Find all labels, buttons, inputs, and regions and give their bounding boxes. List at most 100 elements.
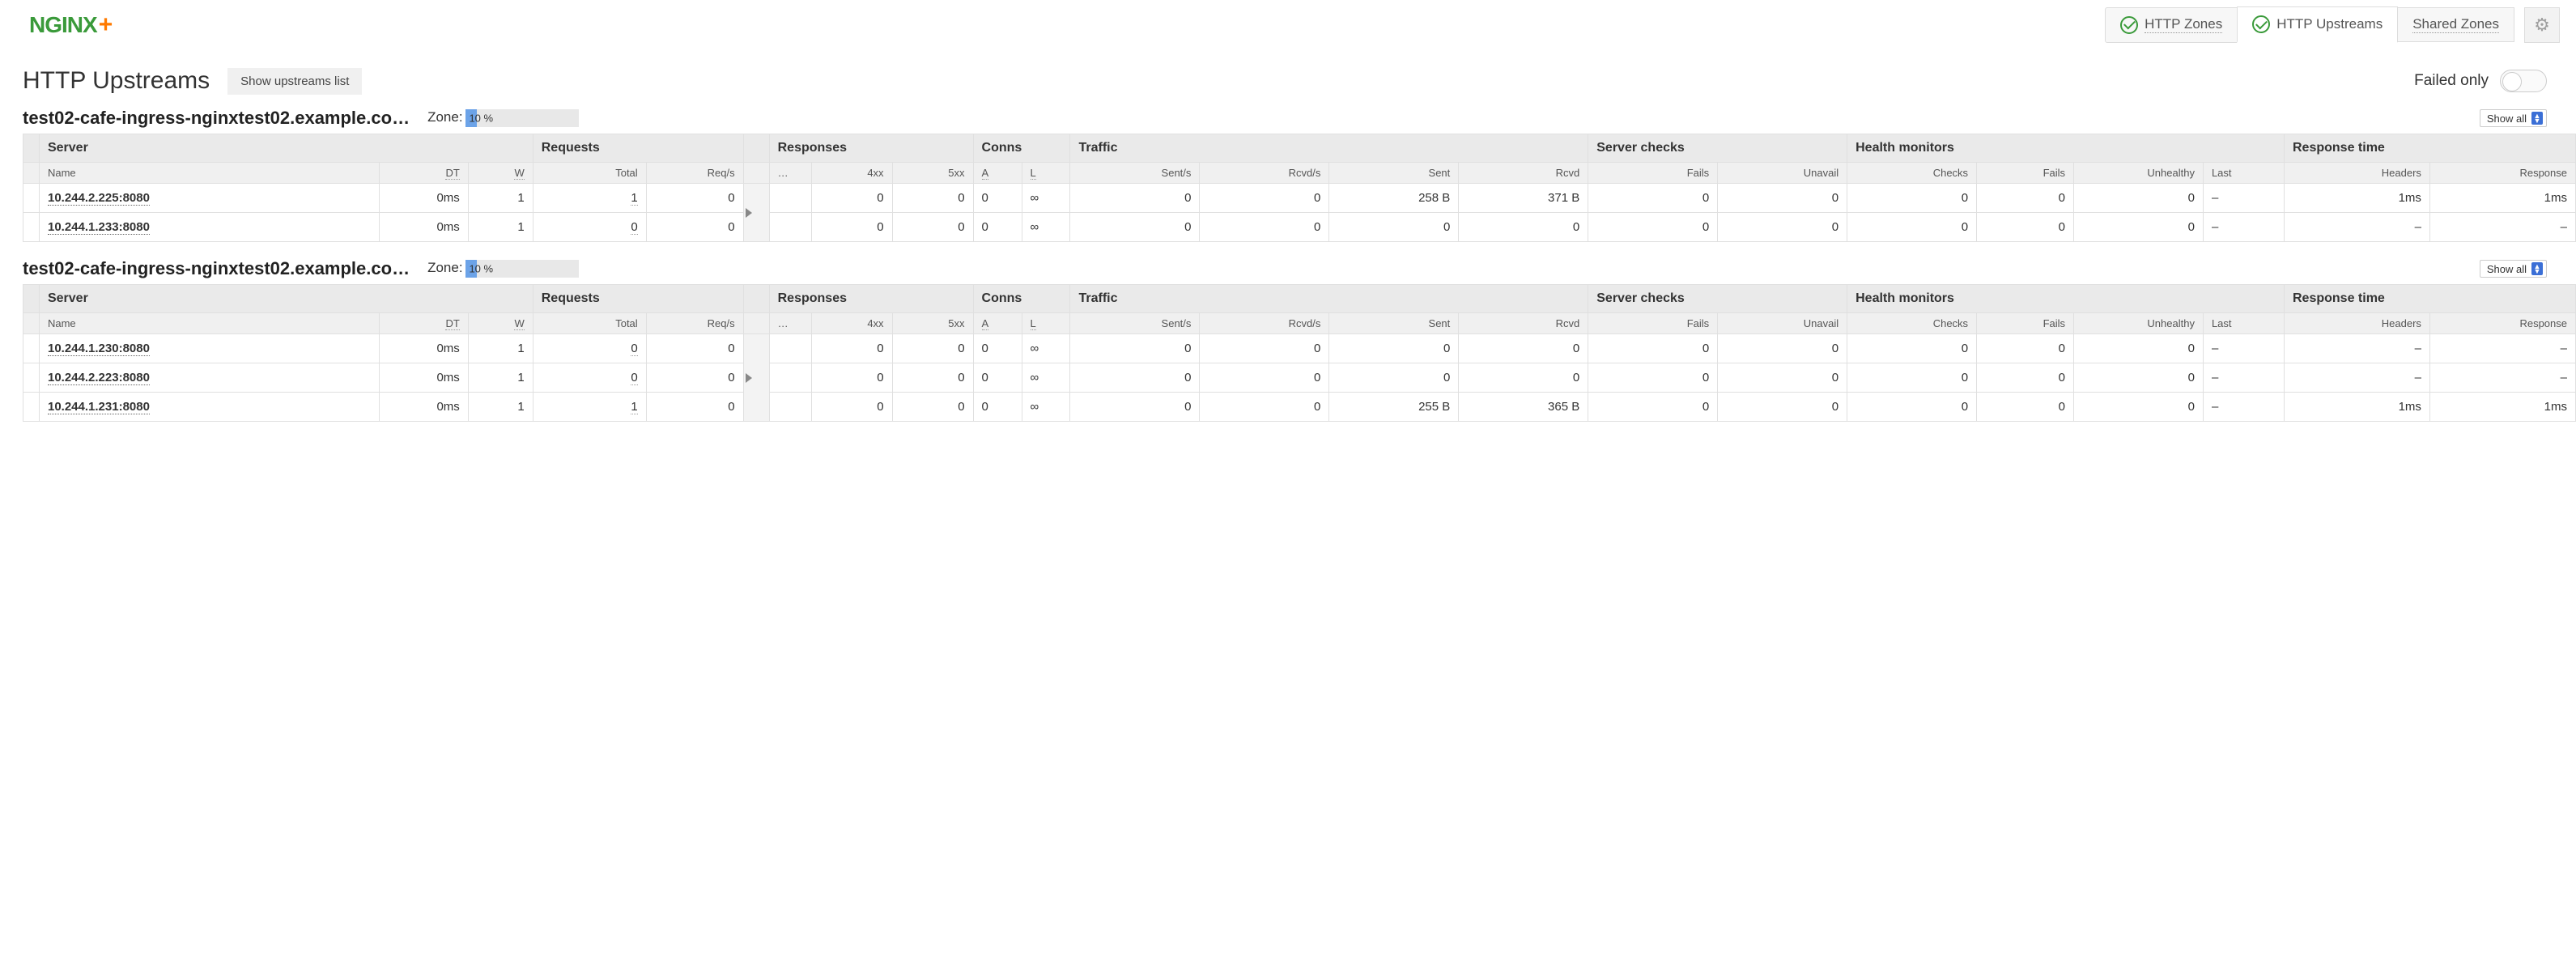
subcol-headers[interactable]: Headers [2285,313,2430,334]
settings-button[interactable]: ⚙ [2524,7,2560,43]
cell-total[interactable]: 0 [533,213,646,242]
col-response-time[interactable]: Response time [2285,285,2576,313]
subcol-sent[interactable]: Sent [1329,313,1459,334]
subcol-rcvds[interactable]: Rcvd/s [1200,313,1329,334]
subcol-w[interactable]: W [468,163,533,184]
subcol-dots[interactable]: … [769,163,811,184]
table-wrap: Server Requests Responses Conns Traffic … [23,284,2576,422]
subcol-l[interactable]: L [1022,163,1070,184]
subcol-checks[interactable]: Checks [1847,163,1977,184]
subcol-a[interactable]: A [973,313,1022,334]
col-traffic[interactable]: Traffic [1070,285,1588,313]
subcol-reqs[interactable]: Req/s [646,313,743,334]
subcol-total[interactable]: Total [533,313,646,334]
subcol-4xx[interactable]: 4xx [811,163,892,184]
subcol-dt[interactable]: DT [379,163,468,184]
cell-sents: 0 [1070,334,1200,363]
col-traffic[interactable]: Traffic [1070,134,1588,163]
cell-total[interactable]: 0 [533,363,646,393]
subcol-reqs[interactable]: Req/s [646,163,743,184]
expand-responses-cell[interactable] [743,334,769,422]
table-row: 10.244.2.225:80800ms110000∞00258 B371 B0… [23,184,2576,213]
cell-4xx: 0 [811,213,892,242]
subcol-sents[interactable]: Sent/s [1070,313,1200,334]
col-responses[interactable]: Responses [769,134,973,163]
subcol-unhealthy[interactable]: Unhealthy [2074,163,2204,184]
subcol-last[interactable]: Last [2203,163,2284,184]
subcol-unavail[interactable]: Unavail [1718,163,1847,184]
show-all-select[interactable]: Show all ▲▼ [2480,109,2547,127]
subcol-checks[interactable]: Checks [1847,313,1977,334]
subcol-5xx[interactable]: 5xx [892,163,973,184]
server-name-cell[interactable]: 10.244.1.233:8080 [39,213,379,242]
col-server-checks[interactable]: Server checks [1588,285,1847,313]
failed-only-toggle[interactable] [2500,70,2547,92]
expand-responses-cell[interactable] [743,184,769,242]
server-name-cell[interactable]: 10.244.1.231:8080 [39,393,379,422]
subcol-4xx[interactable]: 4xx [811,313,892,334]
col-server-checks[interactable]: Server checks [1588,134,1847,163]
cell-total[interactable]: 1 [533,393,646,422]
nav-shared-zones[interactable]: Shared Zones [2397,7,2514,42]
subcol-response[interactable]: Response [2429,313,2575,334]
col-conns[interactable]: Conns [973,285,1070,313]
col-health-monitors[interactable]: Health monitors [1847,134,2285,163]
col-responses[interactable]: Responses [769,285,973,313]
subcol-rcvd[interactable]: Rcvd [1459,313,1588,334]
subcol-response[interactable]: Response [2429,163,2575,184]
select-arrows-icon: ▲▼ [2531,112,2543,125]
col-health-monitors[interactable]: Health monitors [1847,285,2285,313]
subcol-last[interactable]: Last [2203,313,2284,334]
subcol-dots[interactable]: … [769,313,811,334]
cell-sent: 0 [1329,363,1459,393]
logo-plus-icon: + [99,11,113,39]
subcol-headers[interactable]: Headers [2285,163,2430,184]
subcol-sents[interactable]: Sent/s [1070,163,1200,184]
col-requests[interactable]: Requests [533,134,743,163]
cell-checks: 0 [1847,213,1977,242]
subcol-name[interactable]: Name [39,163,379,184]
cell-rcvd: 0 [1459,213,1588,242]
cell-conns-l: ∞ [1022,334,1070,363]
nav-http-zones[interactable]: HTTP Zones [2105,7,2238,43]
col-response-time[interactable]: Response time [2285,134,2576,163]
subcol-sent[interactable]: Sent [1329,163,1459,184]
subcol-l[interactable]: L [1022,313,1070,334]
cell-total[interactable]: 1 [533,184,646,213]
server-name-cell[interactable]: 10.244.2.225:8080 [39,184,379,213]
show-all-select[interactable]: Show all ▲▼ [2480,260,2547,278]
subcol-total[interactable]: Total [533,163,646,184]
subcol-a[interactable]: A [973,163,1022,184]
server-name-cell[interactable]: 10.244.2.223:8080 [39,363,379,393]
col-conns[interactable]: Conns [973,134,1070,163]
nav-http-upstreams[interactable]: HTTP Upstreams [2237,6,2398,43]
server-name-cell[interactable]: 10.244.1.230:8080 [39,334,379,363]
subcol-unavail[interactable]: Unavail [1718,313,1847,334]
failed-only-label: Failed only [2414,72,2489,90]
col-server[interactable]: Server [39,285,533,313]
cell-total[interactable]: 0 [533,334,646,363]
subcol-hfails[interactable]: Fails [1977,313,2074,334]
subcol-hfails[interactable]: Fails [1977,163,2074,184]
subcol-fails[interactable]: Fails [1588,313,1718,334]
subcol-name[interactable]: Name [39,313,379,334]
subcol-w[interactable]: W [468,313,533,334]
cell-rcvds: 0 [1200,184,1329,213]
subcol-rcvd[interactable]: Rcvd [1459,163,1588,184]
show-upstreams-list-button[interactable]: Show upstreams list [227,68,362,95]
upstream-table: Server Requests Responses Conns Traffic … [23,134,2576,242]
cell-responses-extra [769,363,811,393]
failed-only-control: Failed only [2414,70,2547,92]
cell-last: – [2203,393,2284,422]
cell-5xx: 0 [892,334,973,363]
subcol-dt[interactable]: DT [379,313,468,334]
subcol-fails[interactable]: Fails [1588,163,1718,184]
cell-last: – [2203,213,2284,242]
col-server[interactable]: Server [39,134,533,163]
col-requests[interactable]: Requests [533,285,743,313]
chevron-right-icon [746,373,752,383]
subcol-rcvds[interactable]: Rcvd/s [1200,163,1329,184]
show-all-label: Show all [2487,263,2527,275]
subcol-5xx[interactable]: 5xx [892,313,973,334]
subcol-unhealthy[interactable]: Unhealthy [2074,313,2204,334]
